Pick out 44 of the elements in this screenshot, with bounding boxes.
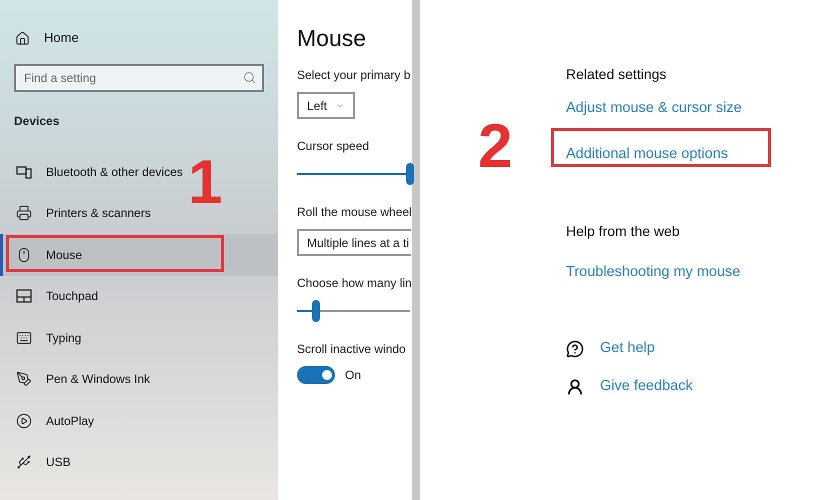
printer-icon	[16, 205, 32, 222]
section-heading: Devices	[14, 113, 60, 130]
home-icon	[15, 30, 30, 46]
touchpad-icon	[16, 289, 32, 304]
search-field[interactable]: Find a setting	[14, 64, 264, 92]
devices-icon	[16, 164, 32, 180]
search-icon	[243, 71, 256, 84]
usb-icon	[16, 454, 32, 470]
nav-item[interactable]: Printers & scanners	[0, 192, 155, 234]
step-number: 2	[478, 112, 512, 182]
slider[interactable]	[297, 300, 410, 322]
slider-thumb[interactable]	[406, 163, 414, 185]
dropdown[interactable]: Left	[297, 92, 355, 119]
home-link[interactable]: Home	[0, 28, 278, 48]
support-link[interactable]: Get help	[600, 338, 655, 360]
support-link[interactable]: Give feedback	[600, 376, 693, 398]
setting-label: Roll the mouse wheel	[297, 204, 412, 221]
play-icon	[16, 412, 32, 429]
step-number: 1	[188, 148, 222, 218]
section-heading: Related settings	[566, 65, 668, 84]
toggle-state: On	[345, 367, 362, 384]
setting-label: Cursor speed	[297, 138, 370, 155]
slider-thumb[interactable]	[312, 300, 320, 322]
pen-icon	[16, 371, 32, 388]
nav-item[interactable]: Bluetooth & other devices	[0, 151, 187, 192]
page-title: Mouse	[297, 24, 368, 52]
help-icon	[566, 340, 584, 358]
mouse-icon	[16, 246, 32, 263]
dropdown[interactable]: Multiple lines at a ti	[297, 229, 411, 256]
nav-item[interactable]: Touchpad	[0, 276, 102, 317]
person-icon	[566, 378, 584, 396]
settings-link[interactable]: Adjust mouse & cursor size	[566, 98, 840, 120]
setting-label: Select your primary b	[297, 67, 412, 84]
nav-item[interactable]: USB	[0, 442, 75, 483]
keyboard-icon	[16, 330, 32, 346]
nav-item[interactable]: Pen & Windows Ink	[0, 358, 154, 400]
settings-link[interactable]: Additional mouse options	[566, 144, 840, 166]
nav-item[interactable]: Typing	[0, 317, 86, 358]
nav-item[interactable]: AutoPlay	[0, 400, 98, 442]
setting-label: Scroll inactive windo	[297, 341, 407, 358]
toggle-switch[interactable]	[297, 366, 335, 384]
help-link[interactable]: Troubleshooting my mouse	[566, 262, 840, 284]
setting-label: Choose how many lin	[297, 275, 412, 292]
section-heading: Help from the web	[566, 222, 681, 241]
